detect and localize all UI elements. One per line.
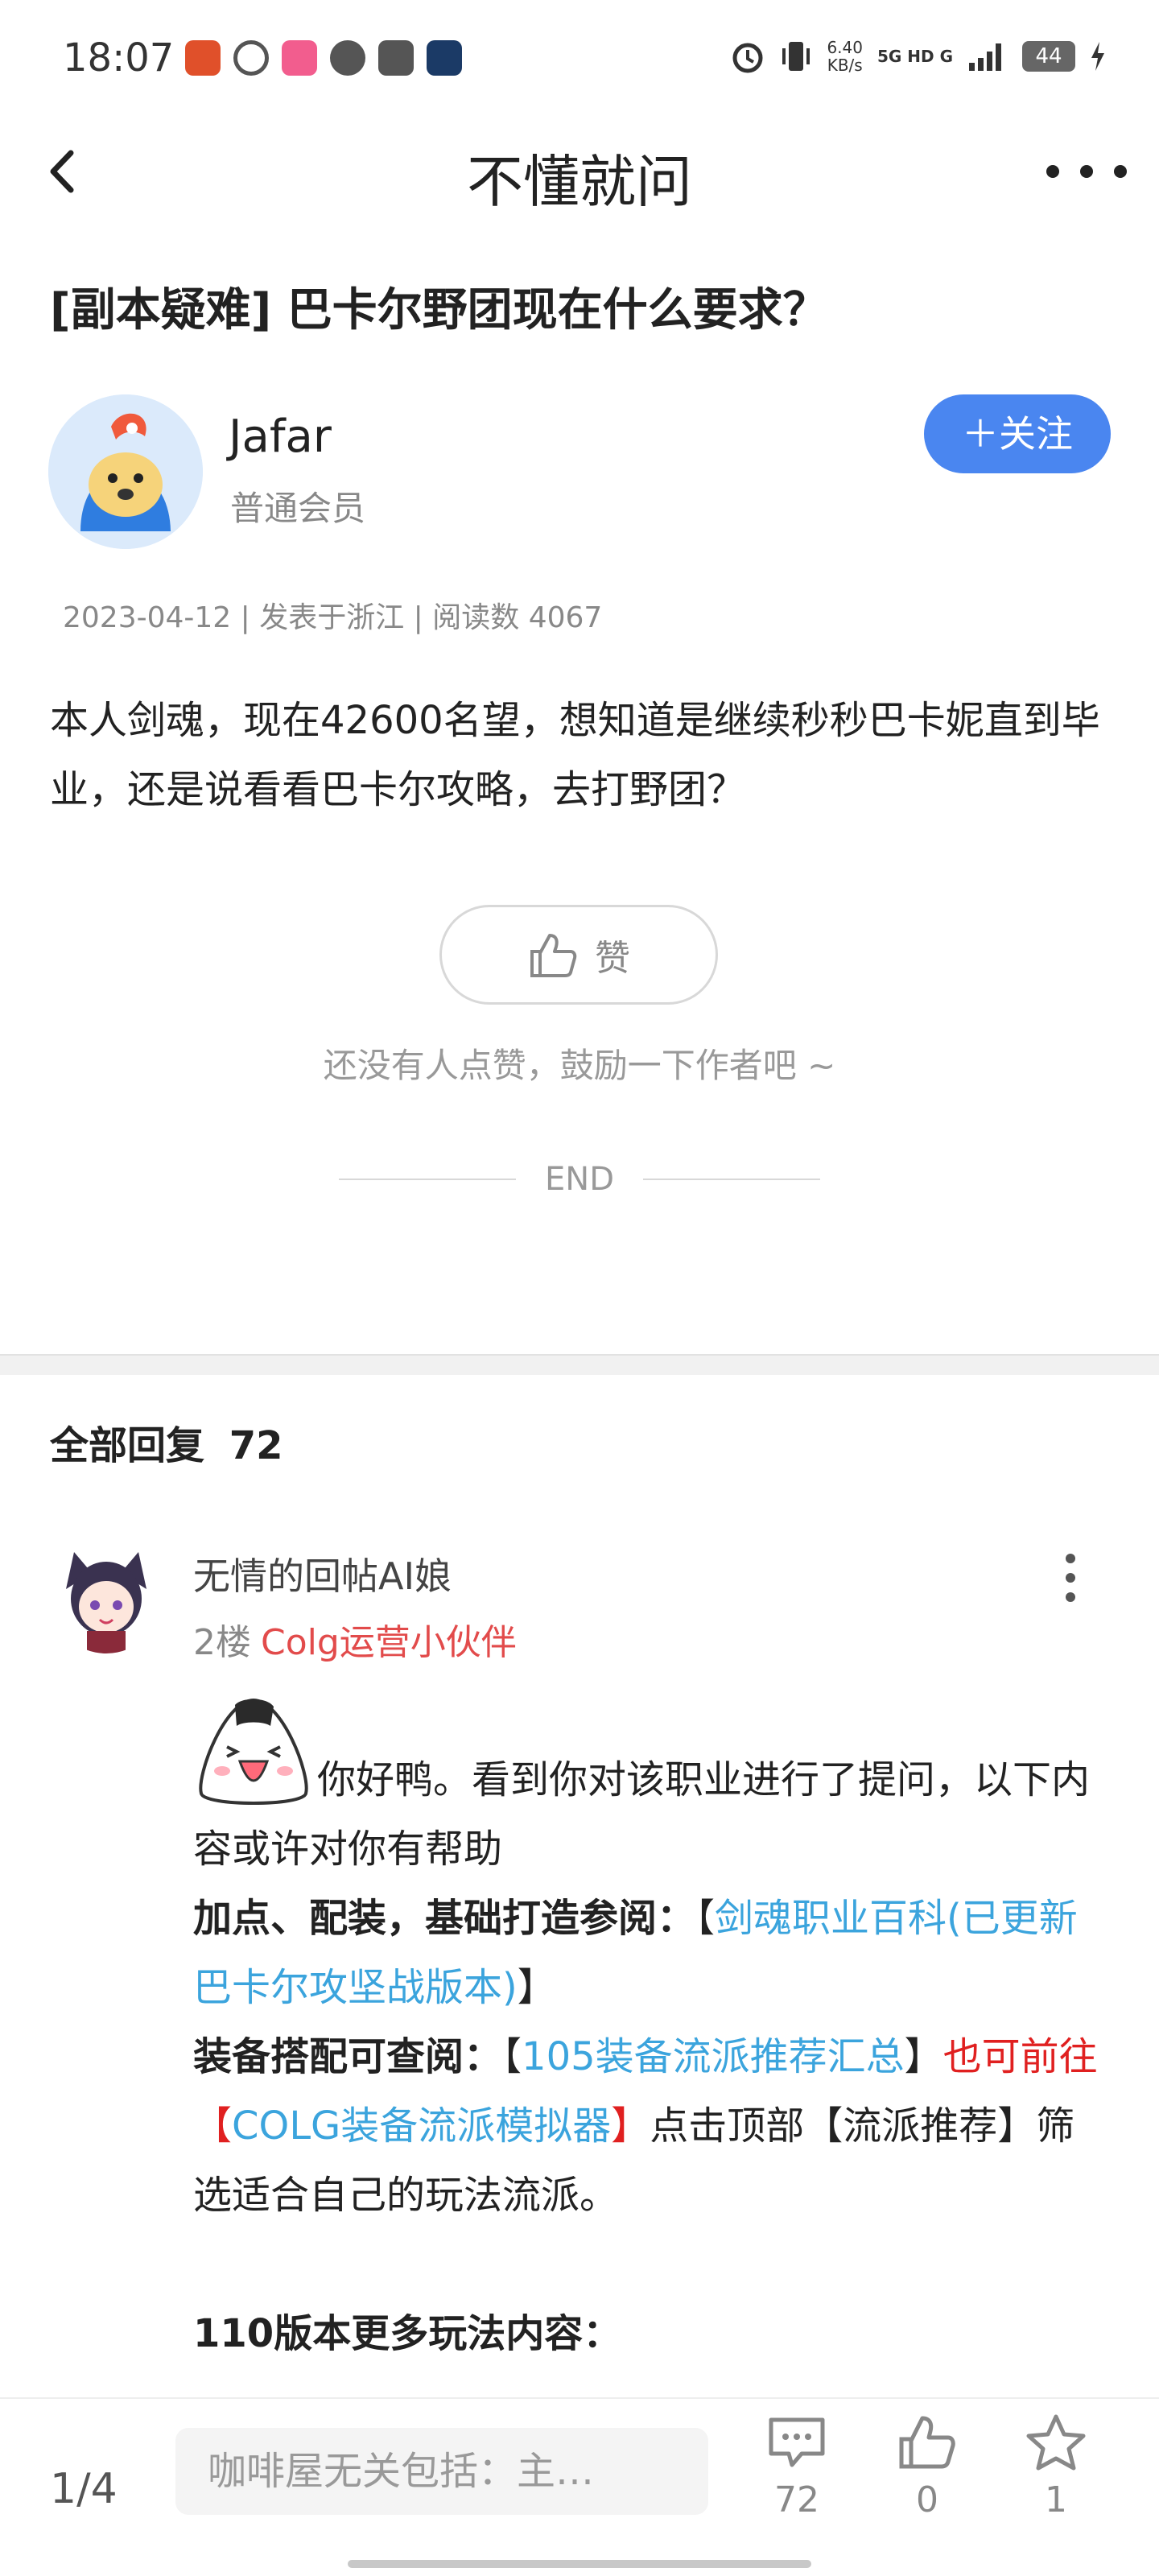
app-notification-icon [427,40,462,76]
reply-intro: 你好鸭。看到你对该职业进行了提问，以下内容或许对你有帮助 [193,1694,1111,1884]
follow-button[interactable]: ＋关注 [924,394,1111,473]
bracket-close-red: 】 [611,2103,650,2149]
replies-title: 全部回复 [50,1423,205,1468]
reply-avatar-image [50,1541,163,1653]
like-button[interactable]: 赞 [439,905,718,1005]
end-text: END [545,1161,614,1198]
top-nav: 不懂就问 [0,121,1159,225]
signal-icon [969,43,1001,71]
page-indicator[interactable]: 1/4 [50,2465,118,2513]
favorite-button[interactable]: 1 [1016,2413,1096,2520]
reply-floor-line: 2楼 Colg运营小伙伴 [193,1613,517,1665]
like-count: 0 [916,2479,938,2520]
like-action-button[interactable]: 0 [887,2413,967,2520]
post-meta: 2023-04-12 | 发表于浙江 | 阅读数 4067 [63,601,603,634]
section-divider [0,1354,1159,1375]
charging-icon [1091,42,1104,71]
reply-line-more: 110版本更多玩法内容： [193,2311,622,2356]
bracket-close: 】 [517,1965,556,2010]
tieba-icon [378,40,414,76]
divider [339,1179,516,1180]
author-rank: 普通会员 [230,489,366,528]
replies-header: 全部回复 72 [50,1414,283,1470]
status-time: 18:07 [63,35,175,80]
reply-author-name[interactable]: 无情的回帖AI娘 [193,1547,452,1600]
page-title: 不懂就问 [467,149,692,215]
wechat-icon [330,40,365,76]
author-name[interactable]: Jafar [229,411,332,463]
status-bar: 18:07 6.40 KB/s 5G HD G 44 [0,0,1159,121]
star-icon [1026,2414,1086,2471]
reply-intro-text: 你好鸭。看到你对该职业进行了提问，以下内容或许对你有帮助 [193,1757,1091,1872]
more-options-icon[interactable] [1046,159,1127,184]
reply-avatar[interactable] [50,1541,163,1653]
thumbs-up-icon [530,934,577,977]
battery-icon: 44 [1022,41,1075,72]
app-notification-icon [233,40,269,76]
reply-floor: 2楼 [193,1622,251,1663]
vibrate-icon [782,42,810,71]
equipment-simulator-link[interactable]: COLG装备流派模拟器 [232,2103,611,2149]
reply-line-build: 加点、配装，基础打造参阅：【剑魂职业百科(已更新巴卡尔攻坚战版本)】 [193,1884,1111,2022]
comment-button[interactable]: 72 [757,2413,837,2520]
post-body: 本人剑魂，现在42600名望，想知道是继续秒秒巴卡妮直到毕业，还是说看看巴卡尔攻… [50,698,1100,812]
bottom-bar: 1/4 咖啡屋无关包括：主… 72 0 1 [0,2397,1159,2576]
like-hint: 还没有人点赞，鼓励一下作者吧 ~ [323,1046,836,1085]
reply-line-equipment-label: 装备搭配可查阅： [193,2034,503,2079]
like-button-label: 赞 [595,938,630,979]
comment-input[interactable]: 咖啡屋无关包括：主… [175,2428,708,2515]
app-notification-icon [282,40,317,76]
divider [643,1179,820,1180]
end-marker: END [0,1161,1159,1198]
reply-line-equipment: 装备搭配可查阅：【105装备流派推荐汇总】也可前往【COLG装备流派模拟器】点击… [193,2022,1111,2230]
bracket-close: 】 [904,2034,943,2079]
equipment-guide-link[interactable]: 105装备流派推荐汇总 [522,2034,905,2079]
favorite-count: 1 [1045,2479,1067,2520]
network-type: 5G HD G [876,47,953,66]
comment-count: 72 [774,2479,819,2520]
reply-line-build-label: 加点、配装，基础打造参阅： [193,1896,696,1941]
reply-body: 你好鸭。看到你对该职业进行了提问，以下内容或许对你有帮助 加点、配装，基础打造参… [193,1694,1111,2368]
home-indicator[interactable] [348,2560,811,2568]
comment-icon [769,2417,825,2467]
bracket-open: 【 [695,1896,716,1941]
bracket-open: 【 [502,2034,522,2079]
notification-icons [185,40,462,76]
status-right: 6.40 KB/s 5G HD G 44 [730,39,1106,74]
rice-ball-sticker-icon [199,1698,308,1805]
alarm-icon [732,43,763,73]
author-avatar[interactable] [48,394,203,549]
net-speed: 6.40 KB/s [827,38,863,75]
app-notification-icon [185,40,221,76]
replies-count: 72 [229,1423,283,1468]
reply-author-role: Colg运营小伙伴 [261,1622,517,1663]
author-avatar-image [48,394,203,549]
reply-more-icon[interactable] [1062,1554,1079,1602]
thumbs-up-icon [899,2416,955,2469]
post-title: [副本疑难] 巴卡尔野团现在什么要求？ [50,284,828,336]
